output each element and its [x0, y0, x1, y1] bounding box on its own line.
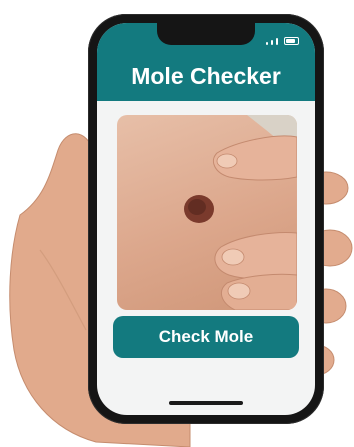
- app-title: Mole Checker: [131, 63, 281, 89]
- photo-scene: Mole Checker Check Mole: [0, 0, 354, 447]
- signal-icon: [276, 38, 278, 45]
- status-bar: [266, 37, 299, 45]
- notch: [157, 23, 255, 45]
- signal-icon: [266, 42, 268, 45]
- app-header: Mole Checker: [97, 23, 315, 101]
- mole-photo: [117, 115, 297, 310]
- skin-photo-image: [184, 115, 297, 310]
- phone-screen: Mole Checker Check Mole: [97, 23, 315, 415]
- home-indicator: [169, 401, 243, 405]
- signal-icon: [271, 40, 273, 45]
- check-mole-button[interactable]: Check Mole: [113, 316, 299, 358]
- battery-icon: [284, 37, 299, 45]
